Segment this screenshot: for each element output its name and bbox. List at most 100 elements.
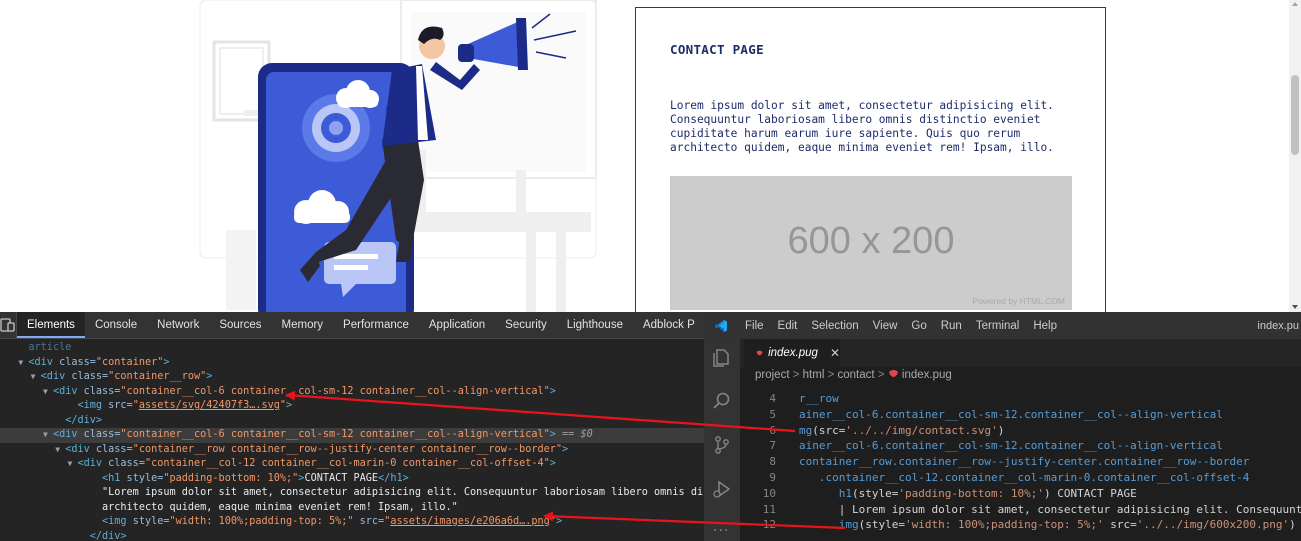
devtools-tab-console[interactable]: Console [85,312,147,338]
device-toolbar-icon[interactable] [0,312,17,338]
code-line[interactable]: 5 ainer__col-6.container__col-sm-12.conta… [740,407,1301,423]
code-text: .container__col-12.container__col-marin-… [799,470,1249,486]
dom-tree-line[interactable]: article [0,341,704,356]
devtools-tab-sources[interactable]: Sources [209,312,271,338]
code-token: 'width: 100%;padding-top: 5%;' [904,518,1104,532]
expand-triangle-icon[interactable]: ▼ [43,385,53,400]
dom-tree-line[interactable]: </div> [0,414,704,429]
dom-tree-line[interactable]: architecto quidem, eaque minima eveniet … [0,501,704,516]
dom-tree-line[interactable]: ▼ <div class="container__col-6 container_… [0,385,704,400]
menu-selection[interactable]: Selection [804,320,865,332]
devtools-tab-performance[interactable]: Performance [333,312,419,338]
tag-bracket: > [549,458,556,469]
tag-bracket: <img [77,400,103,411]
tab-index-pug[interactable]: index.pug ✕ [744,339,840,367]
attr-name: src= [102,400,133,411]
devtools-tab-application[interactable]: Application [419,312,495,338]
editor-tabbar: index.pug ✕ [740,339,1301,367]
page-scrollbar[interactable] [1289,0,1301,312]
devtools-tab-security[interactable]: Security [495,312,557,338]
code-line[interactable]: 10 h1(style='padding-bottom: 10%;') CONT… [740,486,1301,502]
code-line[interactable]: 4 r__row [740,391,1301,407]
devtools-tab-memory[interactable]: Memory [272,312,334,338]
code-line[interactable]: 7 ainer__col-6.container__col-sm-12.conta… [740,438,1301,454]
code-token: r__row [799,392,839,405]
dom-tree-line[interactable]: ▼ <div class="container__row"> [0,370,704,385]
attr-name: class= [52,356,96,368]
code-line[interactable]: 8 container__row.container__row--justify-… [740,454,1301,470]
devtools-panel: Elements Console Network Sources Memory Perfo… [0,312,704,541]
devtools-tab-network[interactable]: Network [147,312,209,338]
window-title: index.pu [1257,320,1299,332]
breadcrumb-file[interactable]: index.pug [902,369,952,381]
menu-help[interactable]: Help [1026,320,1064,332]
menu-terminal[interactable]: Terminal [969,320,1026,332]
code-token: ) CONTACT PAGE [1044,486,1137,500]
dom-tree-line[interactable]: <img style="width: 100%;padding-top: 5%;… [0,515,704,530]
dom-tree-line[interactable]: ▼ <div class="container"> [0,356,704,371]
code-editor[interactable]: 4 r__row 5 ainer__col-6.container__col-sm-1… [740,391,1301,541]
placeholder-size-label: 600 x 200 [787,220,955,262]
menu-go[interactable]: Go [904,320,933,332]
breadcrumb: project > html > contact > index.pug [755,369,952,381]
search-icon[interactable] [712,391,732,411]
code-line[interactable]: 9 .container__col-12.container__col-mari… [740,470,1301,486]
breadcrumb-contact[interactable]: contact [838,369,875,381]
expand-triangle-icon[interactable]: ▼ [67,457,77,472]
expand-triangle-icon[interactable]: ▼ [43,428,53,443]
code-token: h1 [799,486,852,500]
code-line[interactable]: 12 img(style='width: 100%;padding-top: 5… [740,517,1301,533]
attr-value: "container" [95,356,164,368]
dom-tree-line[interactable]: <h1 style="padding-bottom: 10%;">CONTACT… [0,472,704,487]
tag-bracket: <div [40,371,66,382]
tag-bracket: <div [65,443,90,455]
dom-node-text: article [28,342,72,353]
elements-dom-tree: article ▼ <div class="container"> ▼ <div c… [0,339,704,541]
contact-card: CONTACT PAGE Lorem ipsum dolor sit amet,… [635,7,1106,312]
breadcrumb-project[interactable]: project [755,369,790,381]
line-number: 6 [769,423,776,437]
attr-value: "width: 100%;padding-top: 5%;" [169,516,354,527]
code-token: mg [799,423,813,437]
devtools-tab-lighthouse[interactable]: Lighthouse [557,312,633,338]
devtools-tab-adblock-p[interactable]: Adblock P [633,312,704,338]
run-debug-icon[interactable] [712,479,732,499]
dom-tree-line[interactable]: ▼ <div class="container__row container__r… [0,443,704,458]
scroll-up-arrow-icon[interactable] [1292,2,1298,6]
breadcrumb-html[interactable]: html [803,369,825,381]
menu-view[interactable]: View [866,320,905,332]
explorer-icon[interactable] [712,347,732,367]
code-text: ainer__col-6.container__col-sm-12.contai… [799,407,1223,423]
expand-triangle-icon[interactable]: ▼ [31,370,41,385]
attr-name: src= [353,516,385,527]
dom-tree-line[interactable]: "Lorem ipsum dolor sit amet, consectetur… [0,486,704,501]
menu-file[interactable]: File [738,320,771,332]
source-control-icon[interactable] [712,435,732,455]
code-line[interactable]: 6 mg(src='../../img/contact.svg') [740,423,1301,439]
line-number: 4 [769,392,776,405]
dom-tree-line[interactable]: ▼ <div class="container__col-6 container_… [0,428,704,443]
code-text: | Lorem ipsum dolor sit amet, consectetu… [799,502,1301,518]
resource-link[interactable]: assets/images/e206a6d….png [390,516,549,527]
devtools-tab-elements[interactable]: Elements [17,312,85,338]
resource-link[interactable]: assets/svg/42407f3….svg [139,400,280,411]
dom-tree-line[interactable]: </div> [0,530,704,541]
tag-bracket: > [120,530,127,541]
code-token: ) [1289,518,1296,532]
tag-bracket: > [163,356,170,368]
close-icon[interactable]: ✕ [830,346,840,360]
dom-tree-line[interactable]: <img src="assets/svg/42407f3….svg"> [0,399,704,414]
expand-triangle-icon[interactable]: ▼ [55,443,65,458]
menu-edit[interactable]: Edit [771,320,805,332]
dom-node-text: architecto quidem, eaque minima eveniet … [102,501,458,513]
more-icon[interactable]: ··· [713,523,729,539]
code-line[interactable]: 11 | Lorem ipsum dolor sit amet, consect… [740,502,1301,518]
line-number: 9 [769,470,776,484]
scrollbar-thumb[interactable] [1291,75,1299,155]
scroll-down-arrow-icon[interactable] [1292,305,1298,309]
expand-triangle-icon[interactable]: ▼ [18,356,28,371]
pug-file-icon [888,369,898,378]
menu-run[interactable]: Run [934,320,969,332]
dom-tree-line[interactable]: ▼ <div class="container__col-12 container… [0,457,704,472]
code-token: container__row.container__row--justify-c… [799,455,1250,469]
